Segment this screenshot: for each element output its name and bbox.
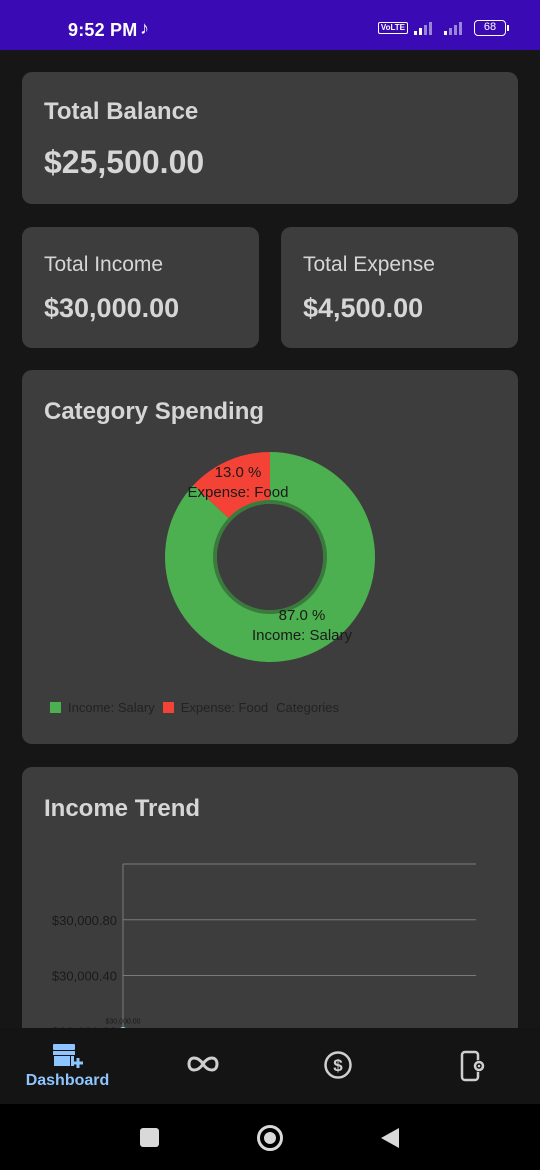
- phone-settings-icon: [460, 1050, 485, 1082]
- expense-amount: $4,500.00: [303, 293, 424, 323]
- nav-dashboard[interactable]: Dashboard: [0, 1028, 135, 1104]
- status-icons: VoLTE 68: [377, 20, 509, 36]
- triangle-back-icon[interactable]: [380, 1127, 400, 1149]
- dashboard-content[interactable]: Total Balance $25,500.00 Total Income $3…: [0, 50, 540, 1028]
- tiktok-notification-icon: ♪: [140, 18, 149, 38]
- signal-icon: [414, 22, 432, 35]
- legend-swatch-salary: [50, 702, 61, 713]
- status-bar: 9:52 PM ♪ VoLTE 68: [0, 0, 540, 50]
- battery-icon: 68: [474, 20, 509, 36]
- pie-label-percent-1: 13.0 %: [215, 464, 262, 481]
- dollar-circle-icon: $: [323, 1051, 352, 1079]
- trend-title: Income Trend: [44, 795, 201, 822]
- status-time: 9:52 PM: [68, 20, 138, 40]
- category-title: Category Spending: [44, 398, 265, 425]
- store-add-icon: [52, 1044, 83, 1068]
- income-title: Total Income: [44, 253, 164, 276]
- category-card: Category Spending 87.0 % Income: Salary 13…: [22, 370, 518, 744]
- system-nav-bar: [0, 1104, 540, 1170]
- data-point-label-0: $30,000.00: [105, 1018, 140, 1025]
- pie-legend: Income: Salary Expense: Food Categories: [50, 700, 347, 715]
- nav-budget[interactable]: $: [270, 1028, 405, 1104]
- expense-card: Total Expense $4,500.00: [281, 227, 518, 348]
- legend-suffix: Categories: [276, 700, 340, 715]
- legend-label-food: Expense: Food: [180, 700, 269, 715]
- legend-swatch-food: [162, 702, 174, 713]
- balance-title: Total Balance: [44, 98, 199, 125]
- nav-settings[interactable]: [405, 1028, 540, 1104]
- infinity-icon: [186, 1056, 219, 1072]
- category-donut-chart[interactable]: 87.0 % Income: Salary 13.0 % Expense: Food: [22, 430, 518, 740]
- svg-text:$: $: [333, 1056, 343, 1075]
- circle-home-icon[interactable]: [257, 1125, 283, 1151]
- donut-hole: [217, 504, 323, 610]
- balance-amount: $25,500.00: [44, 144, 205, 180]
- signal-icon-2: [444, 22, 462, 35]
- trend-card: Income Trend $30,000.80 $30,000.40 $30,000…: [22, 767, 518, 1028]
- expense-title: Total Expense: [303, 253, 435, 276]
- bottom-nav: Dashboard $: [0, 1028, 540, 1104]
- y-tick-label-1: $30,000.40: [52, 969, 117, 984]
- balance-card: Total Balance $25,500.00: [22, 72, 518, 204]
- nav-transactions[interactable]: [135, 1028, 270, 1104]
- square-recents-icon[interactable]: [140, 1128, 159, 1147]
- pie-label-name-0: Income: Salary: [252, 627, 353, 644]
- volte-icon: VoLTE: [377, 22, 408, 34]
- nav-dashboard-label: Dashboard: [25, 1072, 110, 1089]
- y-tick-label-0: $30,000.80: [52, 913, 117, 928]
- pie-label-name-1: Expense: Food: [188, 484, 289, 501]
- legend-label-salary: Income: Salary: [68, 700, 155, 715]
- income-amount: $30,000.00: [44, 293, 180, 323]
- income-card: Total Income $30,000.00: [22, 227, 259, 348]
- pie-label-percent-0: 87.0 %: [279, 607, 326, 624]
- income-trend-chart[interactable]: $30,000.80$30,000.40$30,000.00$29,999.60…: [22, 837, 518, 1028]
